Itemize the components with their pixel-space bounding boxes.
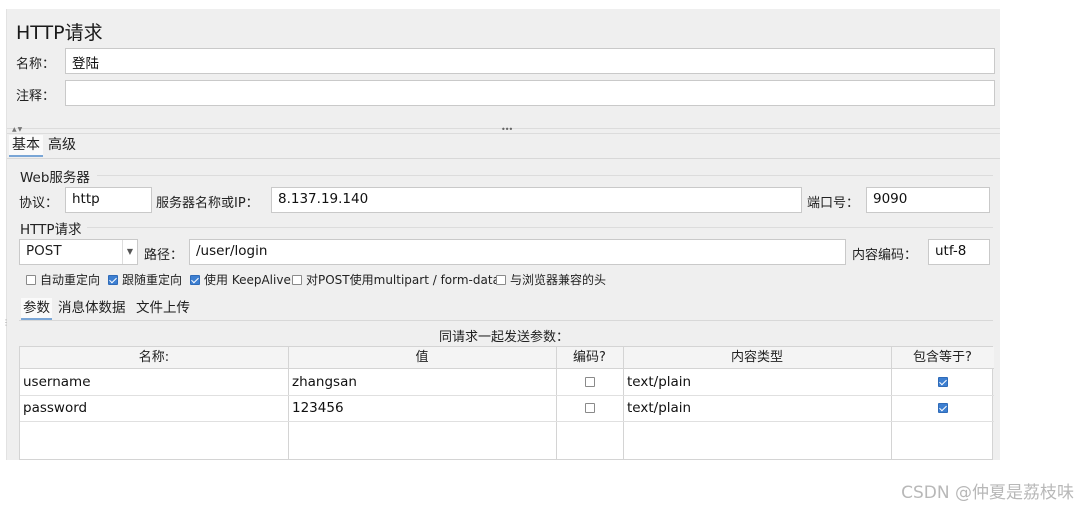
path-input[interactable]: /user/login xyxy=(189,239,846,265)
encoding-label: 内容编码： xyxy=(852,248,918,263)
param-name-cell[interactable]: username xyxy=(23,371,91,393)
option-follow-redirect[interactable]: 跟随重定向 xyxy=(108,271,182,288)
option-label: 自动重定向 xyxy=(40,273,101,287)
option-browser-headers[interactable]: 与浏览器兼容的头 xyxy=(496,271,606,288)
method-value: POST xyxy=(26,243,62,259)
protocol-input[interactable]: http xyxy=(65,187,152,213)
option-label: 与浏览器兼容的头 xyxy=(510,273,607,287)
parameters-table: 名称: 值 编码? 内容类型 包含等于? username zhangsan t… xyxy=(19,346,994,460)
tab-basic[interactable]: 基本 xyxy=(9,135,43,157)
port-input[interactable]: 9090 xyxy=(866,187,990,213)
tab-parameters[interactable]: 参数 xyxy=(21,298,52,320)
name-label: 名称： xyxy=(16,57,56,72)
split-pane-divider[interactable]: ▲▼ ••• xyxy=(7,125,1000,134)
server-input[interactable]: 8.137.19.140 xyxy=(271,187,802,213)
option-multipart[interactable]: 对POST使用multipart / form-data xyxy=(292,271,500,288)
option-label: 对POST使用multipart / form-data xyxy=(306,273,500,287)
param-name-cell[interactable]: password xyxy=(23,397,87,419)
params-caption: 同请求一起发送参数： xyxy=(438,330,569,345)
option-label: 跟随重定向 xyxy=(122,273,183,287)
http-request-panel: HTTP请求 名称： 登陆 注释： ▲▼ ••• 基本 高级 Web服务器 协议… xyxy=(6,9,1000,460)
watermark: CSDN @仲夏是荔枝味 xyxy=(901,483,1074,503)
option-auto-redirect[interactable]: 自动重定向 xyxy=(26,271,100,288)
group-divider xyxy=(97,175,993,176)
group-divider xyxy=(87,227,993,228)
column-header-include-equals[interactable]: 包含等于? xyxy=(891,347,994,369)
encode-checkbox-icon[interactable] xyxy=(585,377,595,387)
column-divider xyxy=(556,347,557,460)
protocol-label: 协议： xyxy=(19,196,59,211)
path-label: 路径： xyxy=(144,248,184,263)
encoding-input[interactable]: utf-8 xyxy=(928,239,990,265)
row-divider xyxy=(20,395,994,396)
checkbox-checked-icon[interactable] xyxy=(190,274,200,285)
checkbox-icon[interactable] xyxy=(26,274,36,285)
column-divider xyxy=(891,347,892,460)
column-header-encode[interactable]: 编码? xyxy=(556,347,623,369)
content-type-cell[interactable]: text/plain xyxy=(627,397,691,419)
content-type-cell[interactable]: text/plain xyxy=(627,371,691,393)
comment-label: 注释： xyxy=(16,89,56,104)
server-label: 服务器名称或IP： xyxy=(156,196,259,211)
comment-input[interactable] xyxy=(65,80,995,106)
option-keepalive[interactable]: 使用 KeepAlive xyxy=(190,271,291,288)
include-equals-checkbox-icon[interactable] xyxy=(938,403,948,413)
param-value-cell[interactable]: 123456 xyxy=(292,397,344,419)
column-header-name[interactable]: 名称: xyxy=(20,347,288,369)
column-divider xyxy=(288,347,289,460)
column-header-value[interactable]: 值 xyxy=(288,347,556,369)
port-label: 端口号： xyxy=(807,196,860,211)
tab-divider xyxy=(7,158,1000,159)
drag-handle-icon[interactable]: ••• xyxy=(501,125,513,134)
include-equals-checkbox-icon[interactable] xyxy=(938,377,948,387)
tab-divider xyxy=(19,320,993,321)
web-server-group-title: Web服务器 xyxy=(20,170,90,186)
row-divider xyxy=(20,421,994,422)
tab-advanced[interactable]: 高级 xyxy=(48,135,76,155)
method-select[interactable]: POST ▼ xyxy=(19,239,138,265)
tab-body-data[interactable]: 消息体数据 xyxy=(58,298,126,318)
chevron-down-icon[interactable]: ▼ xyxy=(122,240,137,264)
option-label: 使用 KeepAlive xyxy=(204,273,291,287)
panel-title: HTTP请求 xyxy=(16,22,103,44)
encode-checkbox-icon[interactable] xyxy=(585,403,595,413)
name-input[interactable]: 登陆 xyxy=(65,48,995,74)
param-value-cell[interactable]: zhangsan xyxy=(292,371,357,393)
checkbox-icon[interactable] xyxy=(292,274,302,285)
collapse-arrows-icon[interactable]: ▲▼ xyxy=(12,126,23,133)
tab-file-upload[interactable]: 文件上传 xyxy=(136,298,190,318)
checkbox-icon[interactable] xyxy=(496,274,506,285)
resize-handle-icon[interactable]: ⋮ xyxy=(2,318,10,327)
column-divider xyxy=(623,347,624,460)
column-header-content-type[interactable]: 内容类型 xyxy=(623,347,891,369)
http-request-group-title: HTTP请求 xyxy=(20,222,82,238)
checkbox-checked-icon[interactable] xyxy=(108,274,118,285)
